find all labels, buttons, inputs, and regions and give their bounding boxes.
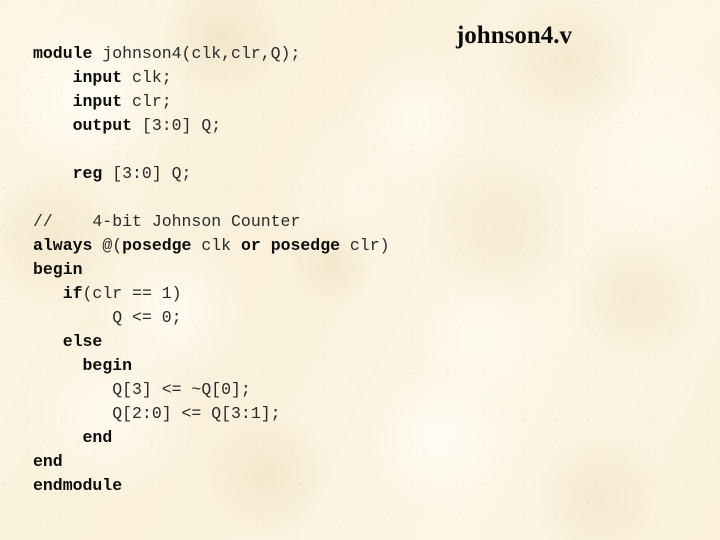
code-line: always @(posedge clk or posedge clr) <box>33 234 693 258</box>
code-line: begin <box>33 258 693 282</box>
code-line: end <box>33 426 693 450</box>
code-keyword: input <box>72 68 123 87</box>
code-token: [3:0] Q; <box>132 116 222 135</box>
code-keyword: output <box>72 116 133 135</box>
slide-canvas: johnson4.v module johnson4(clk,clr,Q); i… <box>0 0 720 540</box>
code-token: clr; <box>122 92 172 111</box>
code-keyword: begin <box>33 260 83 279</box>
code-keyword: always <box>33 236 93 255</box>
code-keyword: endmodule <box>33 476 123 495</box>
code-block: module johnson4(clk,clr,Q); input clk; i… <box>33 42 693 498</box>
code-token: clk <box>191 236 241 255</box>
code-token: johnson4(clk,clr,Q); <box>92 44 301 63</box>
code-keyword: end <box>82 428 113 447</box>
code-keyword: if <box>62 284 83 303</box>
code-line: input clk; <box>33 66 693 90</box>
code-line: input clr; <box>33 90 693 114</box>
code-line: endmodule <box>33 474 693 498</box>
code-keyword: posedge <box>122 236 192 255</box>
code-line: begin <box>33 354 693 378</box>
code-line: output [3:0] Q; <box>33 114 693 138</box>
code-keyword: reg <box>72 164 103 183</box>
code-keyword: input <box>72 92 123 111</box>
code-token: clr) <box>340 236 390 255</box>
code-keyword: else <box>62 332 103 351</box>
code-line: module johnson4(clk,clr,Q); <box>33 42 693 66</box>
code-line: // 4-bit Johnson Counter <box>33 210 693 234</box>
code-token: Q[2:0] <= Q[3:1]; <box>33 404 281 423</box>
code-token: clk; <box>122 68 172 87</box>
code-line: Q[2:0] <= Q[3:1]; <box>33 402 693 426</box>
code-token: Q[3] <= ~Q[0]; <box>33 380 251 399</box>
code-line: else <box>33 330 693 354</box>
code-keyword: begin <box>82 356 133 375</box>
code-line: if(clr == 1) <box>33 282 693 306</box>
code-token: // 4-bit Johnson Counter <box>33 212 301 231</box>
code-keyword: end <box>33 452 63 471</box>
code-token: (clr == 1) <box>82 284 182 303</box>
code-keyword: posedge <box>270 236 340 255</box>
code-line: end <box>33 450 693 474</box>
code-token: [3:0] Q; <box>102 164 192 183</box>
code-line: Q[3] <= ~Q[0]; <box>33 378 693 402</box>
code-keyword: or <box>240 236 261 255</box>
code-line: Q <= 0; <box>33 306 693 330</box>
code-token: @( <box>92 236 123 255</box>
code-token: Q <= 0; <box>33 308 182 327</box>
code-line: reg [3:0] Q; <box>33 162 693 186</box>
code-keyword: module <box>33 44 93 63</box>
